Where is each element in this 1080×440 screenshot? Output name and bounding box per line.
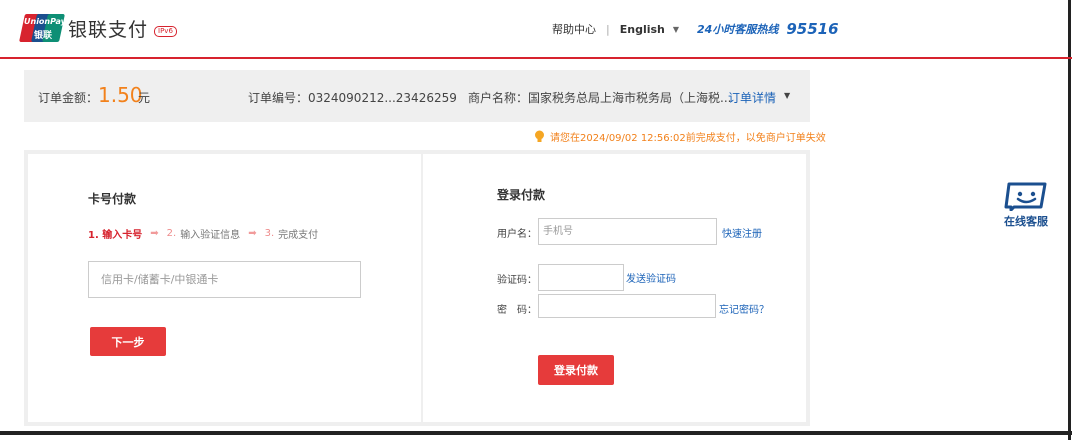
- login-pay-button[interactable]: 登录付款: [538, 355, 614, 385]
- login-pay-title: 登录付款: [497, 188, 546, 202]
- username-input[interactable]: [538, 218, 717, 245]
- online-service-widget[interactable]: 在线客服: [998, 181, 1054, 229]
- payment-panels: 卡号付款 1. 输入卡号 ➡ 2. 输入验证信息 ➡ 3. 完成支付 下一步 登…: [24, 150, 810, 426]
- language-selector[interactable]: English: [620, 23, 665, 36]
- next-step-button[interactable]: 下一步: [90, 327, 166, 356]
- quick-register-link[interactable]: 快速注册: [722, 225, 762, 240]
- login-pay-panel: 登录付款 用户名： 快速注册 验证码： 发送验证码 密 码： 忘记密码？ 登录付…: [423, 154, 806, 422]
- unionpay-logo-icon: UnionPay 银联: [19, 14, 66, 42]
- card-pay-title: 卡号付款: [88, 192, 137, 206]
- send-code-link[interactable]: 发送验证码: [626, 270, 676, 285]
- logo-text-bottom: 银联: [34, 31, 53, 41]
- ipv6-badge: IPv6: [154, 25, 177, 37]
- notice-text: 请您在2024/09/02 12:56:02前完成支付，以免商户订单失效: [550, 133, 826, 144]
- payment-deadline-notice: 请您在2024/09/02 12:56:02前完成支付，以免商户订单失效: [534, 129, 826, 144]
- amount-label: 订单金额：: [38, 91, 99, 105]
- merchant-name: 商户名称：国家税务总局上海市税务局（上海税...: [468, 91, 732, 105]
- username-label: 用户名：: [497, 229, 537, 240]
- arrow-right-icon: ➡: [150, 228, 159, 239]
- forgot-password-link[interactable]: 忘记密码？: [719, 301, 769, 316]
- logo-text-top: UnionPay: [24, 17, 66, 26]
- amount-value: 1.50: [98, 83, 143, 107]
- hotline-label: 24小时客服热线: [697, 23, 779, 36]
- verification-code-label: 验证码：: [497, 275, 537, 286]
- password-input[interactable]: [538, 294, 716, 318]
- window-right-border: [1068, 0, 1071, 440]
- page-header: UnionPay 银联 银联支付 IPv6 帮助中心 | English ▼ 2…: [0, 0, 1068, 56]
- chevron-down-icon[interactable]: ▼: [673, 25, 679, 34]
- hotline-number: 95516: [786, 20, 839, 38]
- order-number: 订单编号：0324090212...23426259: [248, 91, 457, 105]
- window-bottom-border: [0, 431, 1072, 435]
- order-detail-link[interactable]: 订单详情: [728, 89, 776, 106]
- chevron-down-icon[interactable]: ▼: [784, 91, 790, 100]
- step-3-num: 3.: [264, 228, 275, 239]
- online-service-label: 在线客服: [1004, 215, 1048, 228]
- step-indicator: 1. 输入卡号 ➡ 2. 输入验证信息 ➡ 3. 完成支付: [88, 226, 318, 241]
- help-center-link[interactable]: 帮助中心: [552, 21, 596, 37]
- amount-unit: 元: [138, 91, 151, 105]
- card-pay-panel: 卡号付款 1. 输入卡号 ➡ 2. 输入验证信息 ➡ 3. 完成支付 下一步: [28, 154, 421, 422]
- header-links: 帮助中心 | English ▼ 24小时客服热线 95516: [552, 20, 839, 38]
- step-3-label: 完成支付: [278, 230, 319, 241]
- step-2-label: 输入验证信息: [180, 230, 241, 241]
- verification-code-input[interactable]: [538, 264, 624, 291]
- password-label: 密 码：: [497, 305, 537, 316]
- step-1: 1. 输入卡号: [88, 230, 143, 241]
- card-number-input[interactable]: [88, 261, 361, 298]
- lightbulb-icon: [535, 130, 544, 142]
- header-divider: [0, 57, 1072, 59]
- chat-face-icon: [1004, 182, 1047, 211]
- header-separator: |: [606, 22, 610, 36]
- site-title: 银联支付: [68, 18, 149, 41]
- arrow-right-icon: ➡: [248, 228, 257, 239]
- step-2-num: 2.: [166, 228, 177, 239]
- logo[interactable]: UnionPay 银联 银联支付 IPv6: [19, 14, 177, 42]
- order-summary-bar: 订单金额： 1.50 元 订单编号：0324090212...23426259 …: [24, 70, 810, 122]
